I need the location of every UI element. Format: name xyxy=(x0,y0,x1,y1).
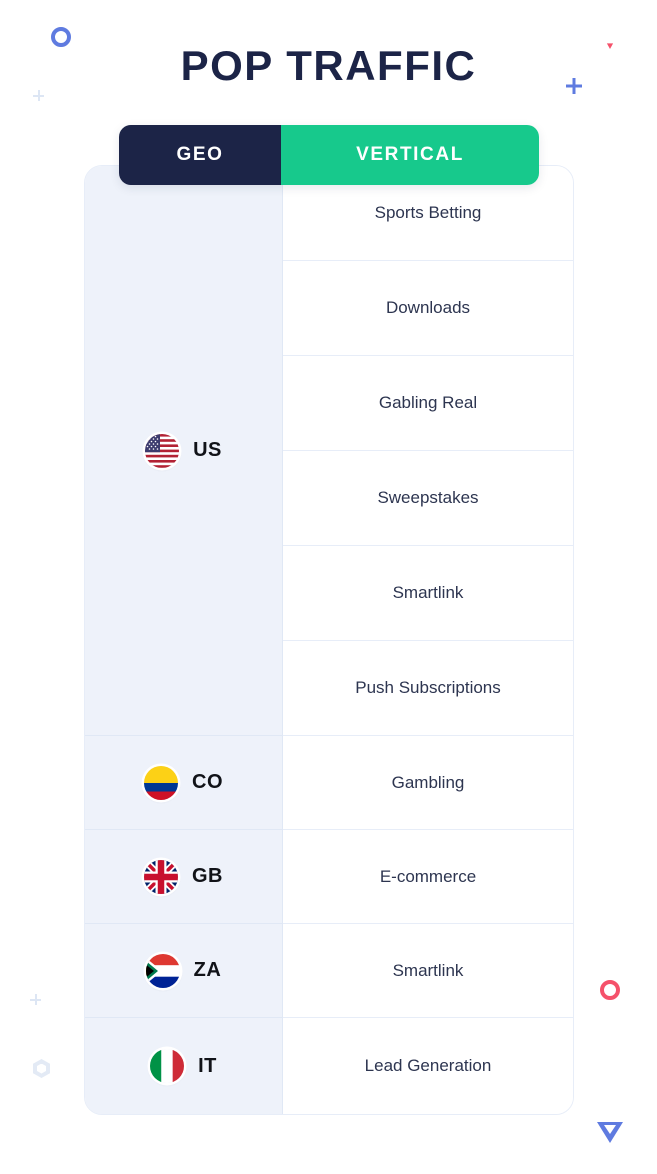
vertical-cell-sweepstakes[interactable]: Sweepstakes xyxy=(283,451,573,546)
tab-vertical[interactable]: VERTICAL xyxy=(281,125,539,185)
page-title: POP TRAFFIC xyxy=(180,42,477,89)
flag-us-icon xyxy=(145,433,180,468)
geo-code-label: GB xyxy=(192,865,223,887)
vertical-cell-e-commerce[interactable]: E-commerce xyxy=(283,830,573,924)
geo-code-label: CO xyxy=(192,771,223,793)
triangle-blue-bottom-right-inner xyxy=(604,1125,616,1134)
geo-cell-us[interactable]: US xyxy=(85,166,282,736)
hexagon-bottom-left-icon xyxy=(33,1059,50,1078)
flag-it-icon xyxy=(150,1049,185,1083)
flag-gb-icon xyxy=(144,859,178,894)
vertical-cell-gambling[interactable]: Gambling xyxy=(283,736,573,830)
vertical-cell-downloads[interactable]: Downloads xyxy=(283,261,573,356)
geo-code-label: US xyxy=(193,439,222,461)
geo-code-label: IT xyxy=(198,1054,217,1077)
flag-co-icon xyxy=(144,765,178,800)
geo-cell-gb[interactable]: GB xyxy=(85,830,282,924)
flag-za-icon xyxy=(145,953,180,988)
plus-light-top-left-icon xyxy=(33,90,44,101)
geo-column: US CO GB ZA IT xyxy=(85,166,283,1114)
vertical-cell-smartlink-za[interactable]: Smartlink xyxy=(283,924,573,1018)
tab-vertical-label: VERTICAL xyxy=(356,144,464,165)
vertical-cell-smartlink-us[interactable]: Smartlink xyxy=(283,546,573,641)
plus-light-bottom-left-icon xyxy=(30,994,41,1005)
triangle-red-top-right-inner xyxy=(604,32,616,41)
table-header-tabs: GEO VERTICAL xyxy=(119,125,539,185)
geo-cell-za[interactable]: ZA xyxy=(85,924,282,1018)
tab-geo-label: GEO xyxy=(176,144,224,165)
geo-cell-co[interactable]: CO xyxy=(85,736,282,830)
pop-traffic-table: US CO GB ZA IT Sports Betting Downloads … xyxy=(84,165,574,1115)
triangle-blue-bottom-right-icon xyxy=(597,1122,623,1143)
ring-red-bottom-right-icon xyxy=(600,980,620,1000)
vertical-cell-gabling-real[interactable]: Gabling Real xyxy=(283,356,573,451)
vertical-cell-lead-generation[interactable]: Lead Generation xyxy=(283,1018,573,1114)
tab-geo[interactable]: GEO xyxy=(119,125,281,185)
geo-cell-it[interactable]: IT xyxy=(85,1018,282,1114)
geo-code-label: ZA xyxy=(193,959,222,981)
vertical-column: Sports Betting Downloads Gabling Real Sw… xyxy=(283,166,573,1114)
vertical-cell-push-subscriptions[interactable]: Push Subscriptions xyxy=(283,641,573,736)
